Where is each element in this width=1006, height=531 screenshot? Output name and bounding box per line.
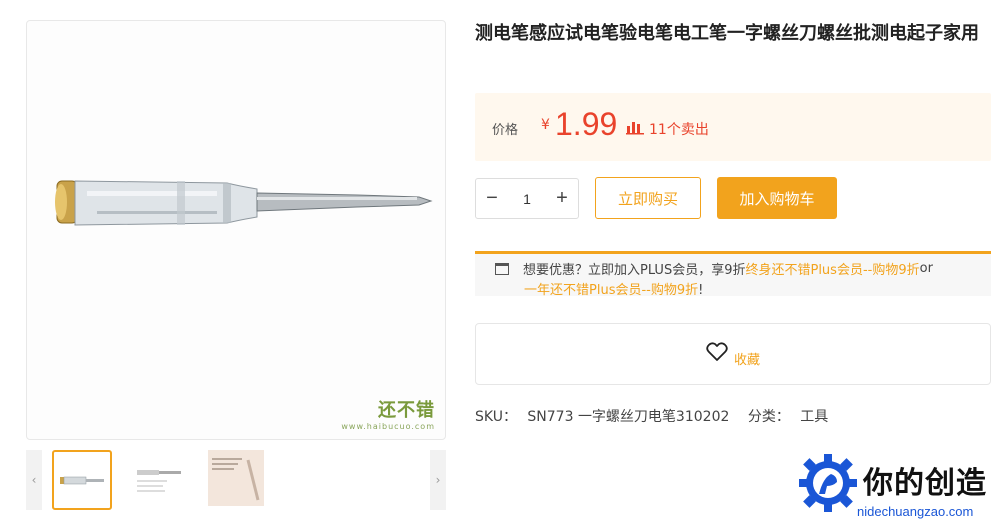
site-logo: 你的创造 nidechuangzao.com	[797, 452, 1006, 531]
favorite-button[interactable]: 收藏	[475, 323, 991, 385]
gear-icon	[799, 454, 857, 512]
plus-promo-banner: 想要优惠？立即加入PLUS会员，享9折 终身还不错Plus会员--购物9折 or…	[475, 251, 991, 298]
usage-thumb-image	[208, 450, 264, 506]
price-label: 价格	[492, 123, 519, 138]
watermark: 还不错 www.haibucuo.com	[341, 396, 435, 431]
qty-increase-button[interactable]: +	[546, 187, 578, 210]
sku-label: SKU：	[475, 409, 517, 425]
thumb-next-button[interactable]: ›	[430, 450, 446, 510]
sold-count: 11个卖出	[649, 122, 709, 138]
packaging-thumb-image	[137, 470, 181, 492]
favorite-label: 收藏	[733, 352, 760, 368]
add-to-cart-button[interactable]: 加入购物车	[717, 177, 837, 219]
thumbnail-2[interactable]	[129, 450, 189, 510]
product-title: 测电笔感应试电笔验电笔电工笔一字螺丝刀螺丝批测电起子家用	[475, 23, 979, 44]
thumbnail-strip: ‹ ›	[26, 450, 446, 510]
qty-input[interactable]	[508, 183, 546, 214]
screwdriver-illustration	[55, 180, 433, 226]
product-meta: SKU： SN773 一字螺丝刀电笔310202 分类： 工具	[475, 406, 834, 426]
qty-decrease-button[interactable]: −	[476, 187, 508, 210]
category-label: 分类：	[747, 409, 790, 425]
quantity-stepper: − +	[475, 178, 579, 219]
plus-promo-or: or	[919, 261, 933, 276]
calendar-icon	[495, 262, 509, 275]
main-product-image[interactable]: 还不错 www.haibucuo.com	[26, 20, 446, 440]
category-link[interactable]: 工具	[800, 409, 828, 425]
plus-promo-text: 想要优惠？立即加入PLUS会员，享9折	[523, 263, 746, 278]
watermark-url: www.haibucuo.com	[341, 422, 435, 431]
screwdriver-thumb-image	[60, 476, 104, 485]
bar-chart-icon	[626, 119, 644, 139]
watermark-text: 还不错	[378, 400, 435, 421]
plus-promo-tail: !	[698, 283, 704, 298]
heart-icon	[706, 342, 728, 366]
thumb-prev-button[interactable]: ‹	[26, 450, 42, 510]
lifetime-plus-link[interactable]: 终身还不错Plus会员--购物9折	[745, 259, 919, 278]
thumbnail-1[interactable]	[52, 450, 112, 510]
price-value: 1.99	[555, 106, 618, 142]
logo-name: 你的创造	[863, 466, 987, 501]
buy-now-button[interactable]: 立即购买	[595, 177, 701, 219]
plus-promo-line2: 一年还不错Plus会员--购物9折!	[524, 279, 703, 298]
currency-symbol: ¥	[541, 117, 550, 133]
plus-promo-line1: 想要优惠？立即加入PLUS会员，享9折 终身还不错Plus会员--购物9折 or	[495, 259, 933, 278]
yearly-plus-link[interactable]: 一年还不错Plus会员--购物9折	[524, 283, 698, 298]
price-panel: 价格 ¥ 1.99 11个卖出	[475, 93, 991, 161]
logo-url: nidechuangzao.com	[857, 504, 974, 519]
sku-value: SN773 一字螺丝刀电笔310202	[527, 409, 730, 425]
thumbnail-3[interactable]	[208, 450, 268, 510]
